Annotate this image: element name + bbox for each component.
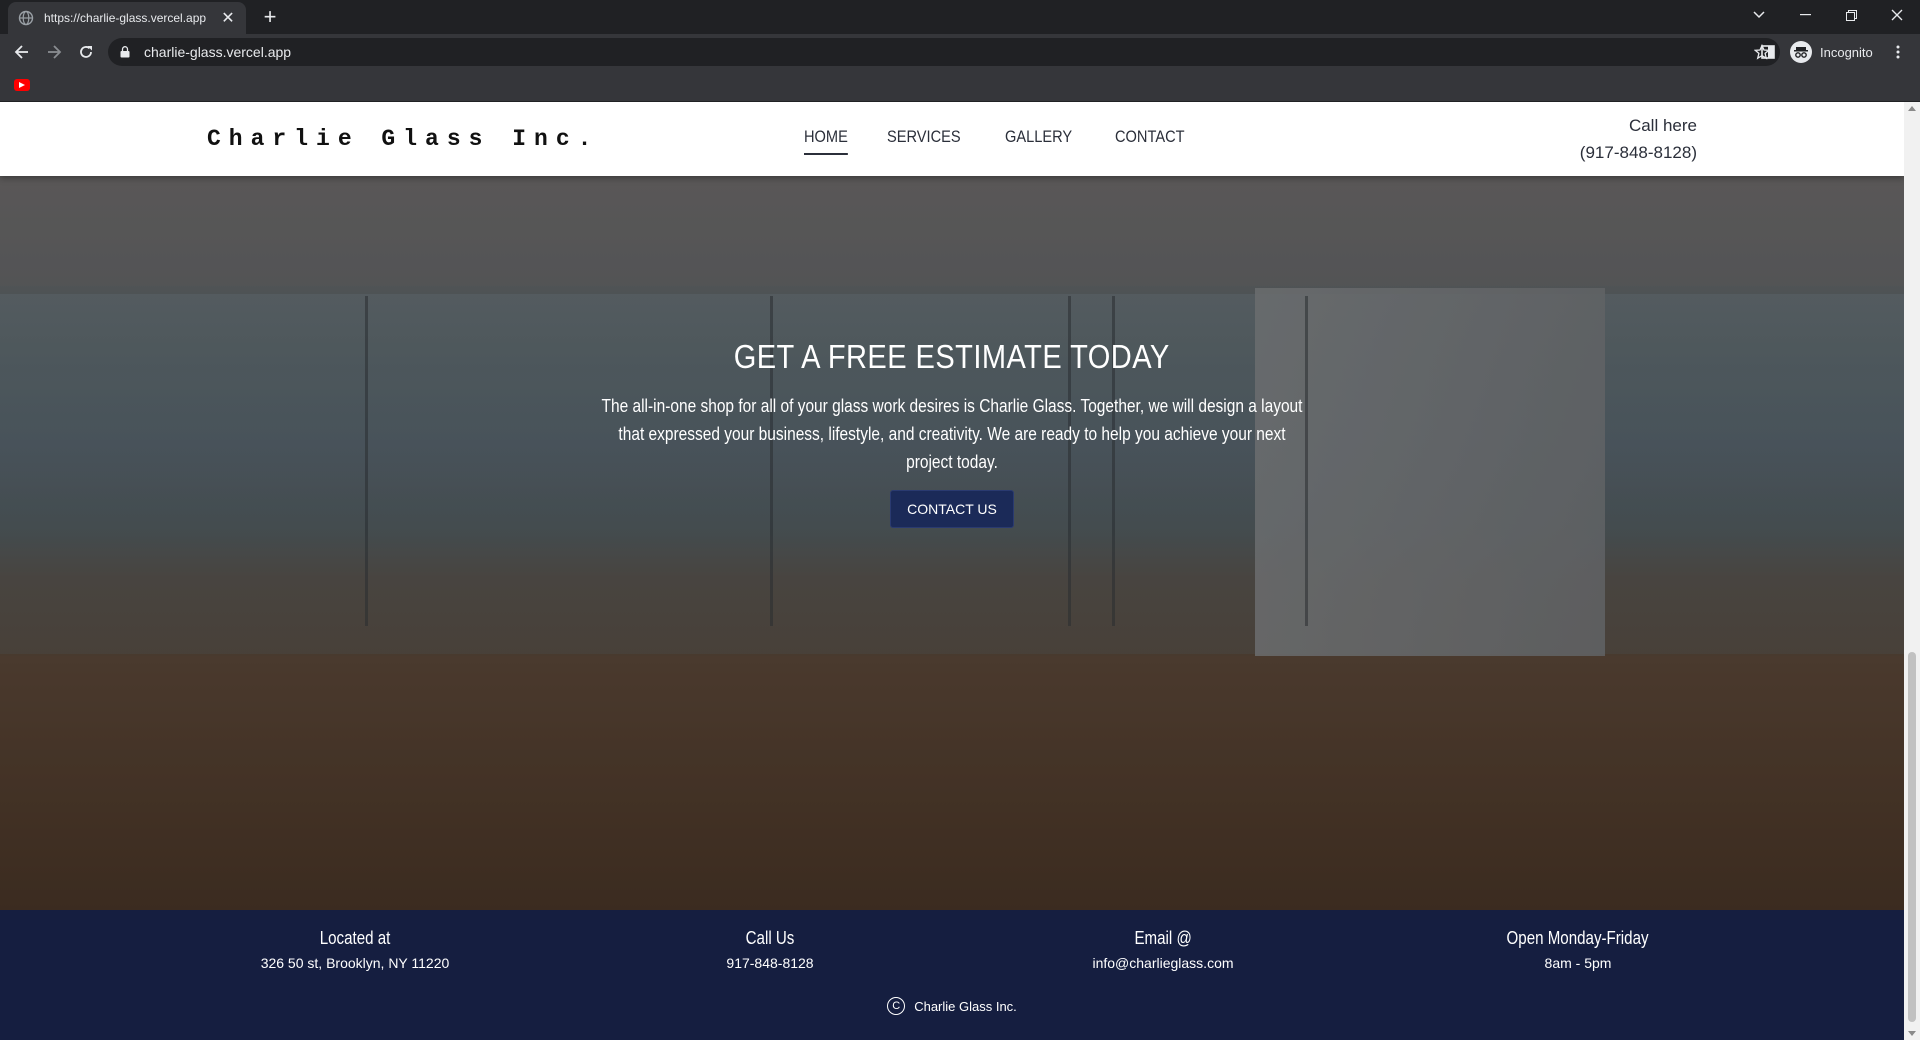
footer-email-value[interactable]: info@charlieglass.com	[983, 952, 1343, 974]
hero-section: GET A FREE ESTIMATE TODAY The all-in-one…	[0, 176, 1904, 910]
site-logo[interactable]: Charlie Glass Inc.	[207, 126, 599, 152]
footer-hours-heading: Open Monday-Friday	[1506, 928, 1650, 948]
incognito-icon	[1790, 41, 1812, 63]
tab-title: https://charlie-glass.vercel.app	[44, 11, 207, 25]
close-tab-icon[interactable]: ✕	[220, 8, 236, 28]
lock-icon	[120, 46, 134, 58]
youtube-bookmark-icon[interactable]	[14, 79, 30, 91]
footer-email: Email @ info@charlieglass.com	[983, 926, 1343, 974]
url-text: charlie-glass.vercel.app	[144, 44, 292, 60]
scroll-down-icon[interactable]	[1908, 1031, 1916, 1036]
reload-icon[interactable]	[74, 40, 98, 64]
side-panel-icon[interactable]	[1756, 40, 1780, 64]
copyright-text: Charlie Glass Inc.	[914, 998, 1017, 1014]
site-header: Charlie Glass Inc. HOME SERVICES GALLERY…	[0, 102, 1904, 176]
page-viewport: Charlie Glass Inc. HOME SERVICES GALLERY…	[0, 102, 1904, 1040]
footer-hours: Open Monday-Friday 8am - 5pm	[1398, 926, 1758, 974]
footer-call-value[interactable]: 917-848-8128	[590, 952, 950, 974]
site-footer: Located at 326 50 st, Brooklyn, NY 11220…	[0, 910, 1904, 1040]
page-scrollbar[interactable]	[1904, 102, 1920, 1040]
nav-services[interactable]: SERVICES	[887, 127, 961, 155]
hero-overlay	[0, 176, 1904, 910]
profile-label: Incognito	[1820, 44, 1873, 60]
call-number[interactable]: (917-848-8128)	[1580, 139, 1697, 166]
copyright-icon: C	[887, 997, 906, 1015]
footer-call-heading: Call Us	[745, 928, 795, 948]
nav-home[interactable]: HOME	[804, 127, 848, 155]
back-icon[interactable]	[10, 40, 34, 64]
footer-location: Located at 326 50 st, Brooklyn, NY 11220	[175, 926, 535, 974]
tab-strip: https://charlie-glass.vercel.app ✕ +	[0, 0, 1920, 34]
forward-icon[interactable]	[42, 40, 66, 64]
close-window-icon[interactable]	[1874, 0, 1920, 30]
tab-search-icon[interactable]	[1736, 0, 1782, 30]
footer-call: Call Us 917-848-8128	[590, 926, 950, 974]
menu-kebab-icon[interactable]	[1886, 40, 1910, 64]
nav-contact[interactable]: CONTACT	[1115, 127, 1185, 155]
footer-location-heading: Located at	[319, 928, 391, 948]
main-nav: HOME SERVICES GALLERY CONTACT	[804, 127, 1228, 155]
scrollbar-thumb[interactable]	[1908, 652, 1916, 1022]
restore-icon[interactable]	[1828, 0, 1874, 30]
new-tab-icon[interactable]: +	[258, 6, 282, 30]
hero-description: The all-in-one shop for all of your glas…	[601, 396, 1303, 472]
contact-us-button[interactable]: CONTACT US	[890, 490, 1014, 528]
footer-copyright: C Charlie Glass Inc.	[0, 997, 1904, 1015]
nav-gallery[interactable]: GALLERY	[1005, 127, 1072, 155]
bookmarks-bar	[0, 70, 1920, 102]
incognito-profile-button[interactable]: Incognito	[1788, 39, 1881, 65]
browser-toolbar: charlie-glass.vercel.app Incognito	[0, 34, 1920, 70]
hero-content: GET A FREE ESTIMATE TODAY The all-in-one…	[0, 338, 1904, 528]
address-bar[interactable]: charlie-glass.vercel.app	[108, 38, 1780, 66]
footer-email-heading: Email @	[1134, 928, 1192, 948]
globe-icon	[18, 10, 34, 26]
header-call-box: Call here (917-848-8128)	[1580, 112, 1697, 166]
browser-tab[interactable]: https://charlie-glass.vercel.app ✕	[8, 2, 246, 34]
footer-location-value: 326 50 st, Brooklyn, NY 11220	[260, 955, 450, 971]
call-label: Call here	[1628, 116, 1697, 135]
hero-title: GET A FREE ESTIMATE TODAY	[734, 338, 1170, 375]
minimize-icon[interactable]	[1782, 0, 1828, 30]
footer-hours-value: 8am - 5pm	[1544, 955, 1612, 971]
scroll-up-icon[interactable]	[1908, 106, 1916, 111]
